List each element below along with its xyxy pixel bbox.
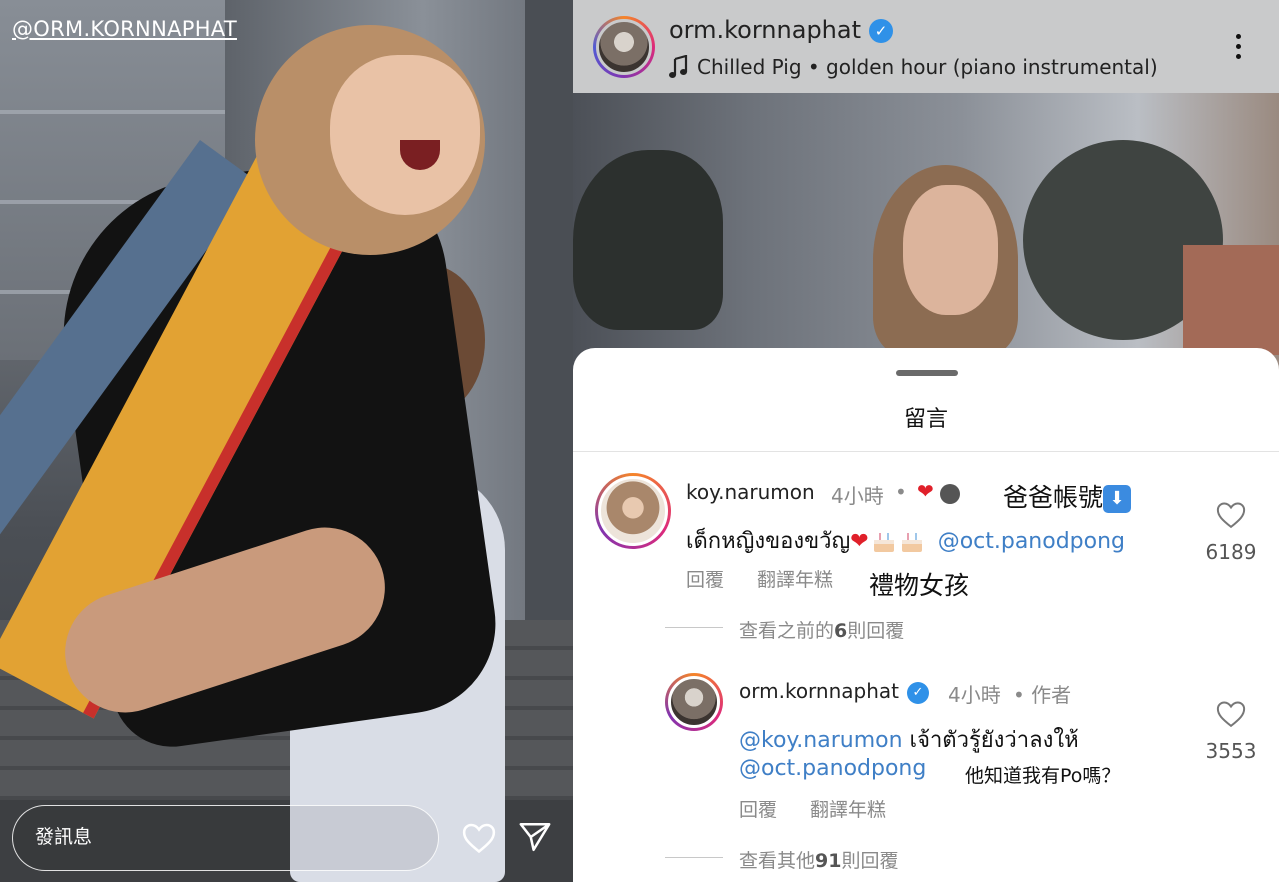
reply-text-line2: @oct.panodpong (739, 756, 926, 781)
view-more-suffix: 則回覆 (841, 850, 899, 872)
message-input[interactable]: 發訊息 (12, 805, 439, 871)
building-pillar (525, 0, 573, 660)
birthday-cake-icon (873, 533, 894, 552)
drag-handle[interactable] (896, 370, 958, 376)
liked-by-creator: ❤ (917, 479, 960, 504)
music-track[interactable]: Chilled Pig • golden hour (piano instrum… (697, 55, 1158, 79)
view-previous-prefix: 查看之前的 (739, 620, 835, 642)
avatar (939, 483, 960, 504)
reply-text-line1: @koy.narumon เจ้าตัวรู้ยังว่าลงให้ (739, 722, 1079, 757)
divider (573, 451, 1279, 452)
red-heart-icon: ❤ (850, 529, 869, 554)
post-panel: orm.kornnaphat ✓ Chilled Pig • golden hou… (573, 0, 1279, 882)
more-vertical-icon[interactable] (1233, 34, 1243, 64)
window-stripe (0, 110, 225, 114)
down-arrow-icon: ⬇ (1103, 485, 1132, 513)
woman-face (330, 55, 480, 215)
translate-button[interactable]: 翻譯年糕 (810, 795, 886, 822)
heart-icon[interactable] (462, 822, 496, 854)
view-previous-count: 6 (834, 620, 848, 642)
heart-filled-icon: ❤ (917, 479, 934, 503)
post-header: orm.kornnaphat ✓ Chilled Pig • golden hou… (573, 0, 1279, 93)
annotation-gift-girl: 禮物女孩 (869, 571, 970, 600)
avatar[interactable] (595, 473, 671, 549)
view-previous-replies[interactable]: 查看之前的6則回覆 (739, 616, 904, 643)
post-username[interactable]: orm.kornnaphat ✓ (669, 16, 893, 44)
photo-face (903, 185, 998, 315)
birthday-cake-icon (901, 533, 922, 552)
story-username-tag[interactable]: @ORM.KORNNAPHAT (12, 17, 237, 41)
comment-body: เด็กหญิงของขวัญ (686, 529, 851, 554)
reply-button[interactable]: 回覆 (739, 795, 777, 822)
mention-link[interactable]: @oct.panodpong (938, 529, 1125, 554)
reply-body: เจ้าตัวรู้ยังว่าลงให้ (909, 728, 1079, 753)
reply-username-text: orm.kornnaphat (739, 679, 899, 703)
comments-sheet: 留言 koy.narumon 4小時 • ❤ 爸爸帳號 ⬇ เด็กหญิงของ… (573, 348, 1279, 882)
reply-time: 4小時 (948, 683, 1001, 707)
view-previous-suffix: 則回覆 (847, 620, 905, 642)
story-panel: @ORM.KORNNAPHAT 發訊息 (0, 0, 573, 882)
music-note-icon (669, 55, 688, 78)
reply-button[interactable]: 回覆 (686, 565, 724, 592)
meta-dot: • (895, 480, 907, 504)
view-more-prefix: 查看其他 (739, 850, 816, 872)
comment-username[interactable]: koy.narumon (686, 480, 815, 504)
send-icon[interactable] (518, 820, 552, 854)
photo-tree (573, 150, 723, 330)
divider (665, 627, 723, 628)
avatar[interactable] (665, 673, 723, 731)
comment-text: เด็กหญิงของขวัญ❤ @oct.panodpong (686, 523, 1125, 558)
annotation-did-he-know: 他知道我有Po嗎？ (965, 765, 1121, 787)
comment-time: 4小時 (831, 484, 884, 508)
mention-link[interactable]: @oct.panodpong (739, 756, 926, 781)
annotation-text: 爸爸帳號 (1003, 483, 1104, 512)
post-username-text: orm.kornnaphat (669, 16, 861, 44)
like-heart-icon[interactable] (1216, 700, 1246, 728)
author-tag: • 作者 (1013, 683, 1072, 707)
verified-badge-icon: ✓ (907, 681, 929, 704)
like-count: 3553 (1205, 739, 1257, 763)
photo-building (1183, 245, 1279, 355)
mention-link[interactable]: @koy.narumon (739, 728, 903, 753)
avatar[interactable] (593, 16, 655, 78)
like-count: 6189 (1205, 540, 1257, 564)
view-more-count: 91 (815, 850, 842, 872)
divider (665, 857, 723, 858)
view-more-replies[interactable]: 查看其他91則回覆 (739, 846, 898, 873)
translate-button[interactable]: 翻譯年糕 (757, 565, 833, 592)
verified-badge-icon: ✓ (869, 19, 893, 43)
annotation-dad-account: 爸爸帳號 ⬇ (1003, 478, 1132, 514)
sheet-title: 留言 (903, 407, 948, 432)
reply-username[interactable]: orm.kornnaphat ✓ (739, 679, 929, 704)
like-heart-icon[interactable] (1216, 501, 1246, 529)
